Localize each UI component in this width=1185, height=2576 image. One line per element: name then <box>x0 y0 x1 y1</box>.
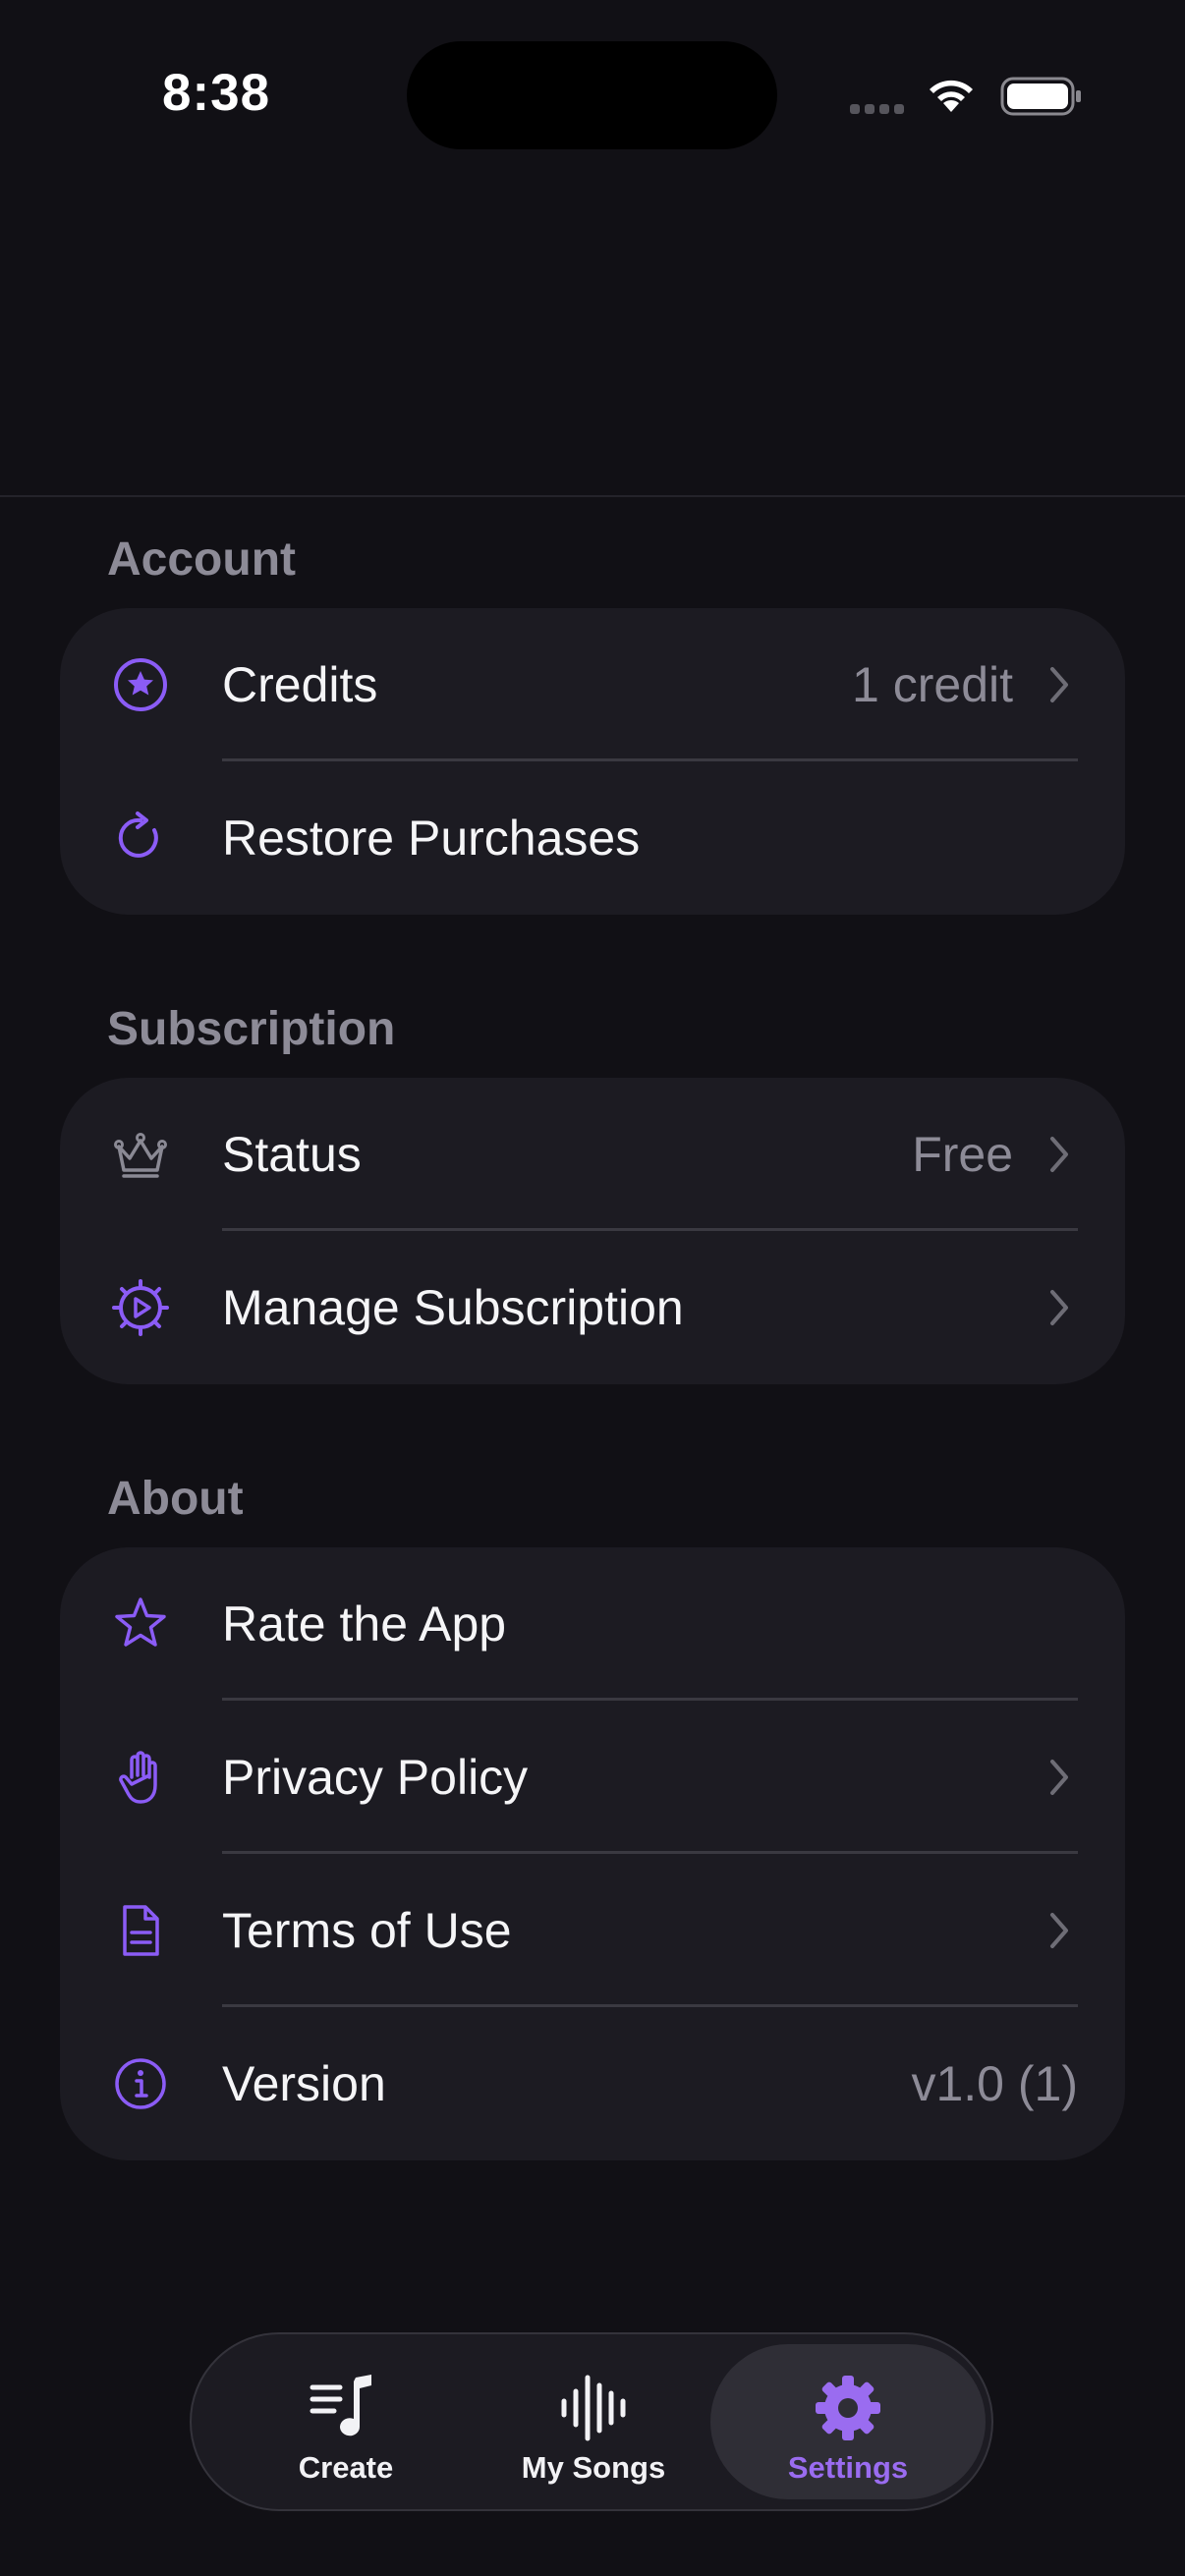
manage-subscription-label: Manage Subscription <box>222 1280 684 1335</box>
chevron-right-icon <box>1048 665 1070 704</box>
hand-icon <box>111 1748 170 1807</box>
battery-icon <box>1000 77 1083 116</box>
chevron-right-icon <box>1048 1911 1070 1950</box>
tab-bar: Create My Songs Settings <box>190 2332 993 2511</box>
rate-app-row[interactable]: Rate the App <box>60 1547 1125 1701</box>
terms-of-use-row[interactable]: Terms of Use <box>60 1854 1125 2007</box>
crown-icon <box>111 1125 170 1184</box>
wifi-icon <box>924 75 979 114</box>
restore-arrow-icon <box>111 809 170 868</box>
tab-my-songs[interactable]: My Songs <box>456 2344 731 2499</box>
chevron-right-icon <box>1048 1135 1070 1174</box>
credits-row[interactable]: Credits 1 credit <box>60 608 1125 761</box>
status-value: Free <box>912 1127 1013 1182</box>
dynamic-island <box>407 41 777 149</box>
cellular-signal-icon <box>850 104 904 114</box>
version-value: v1.0 (1) <box>911 2056 1078 2111</box>
status-label: Status <box>222 1127 362 1182</box>
subscription-card: Status Free Manage Subscription <box>60 1078 1125 1384</box>
tab-my-songs-label: My Songs <box>521 2450 666 2485</box>
gear-icon <box>811 2374 885 2442</box>
terms-of-use-label: Terms of Use <box>222 1903 512 1958</box>
waveform-icon <box>556 2374 631 2442</box>
privacy-policy-label: Privacy Policy <box>222 1750 529 1805</box>
about-card: Rate the App Privacy Policy Terms of Use <box>60 1547 1125 2160</box>
document-icon <box>111 1901 170 1960</box>
header-divider <box>0 495 1185 497</box>
status-time: 8:38 <box>162 64 271 122</box>
credits-value: 1 credit <box>852 657 1013 712</box>
restore-purchases-label: Restore Purchases <box>222 811 641 866</box>
chevron-right-icon <box>1048 1758 1070 1797</box>
restore-purchases-row[interactable]: Restore Purchases <box>60 761 1125 915</box>
tab-create-label: Create <box>298 2450 394 2485</box>
section-title-subscription: Subscription <box>107 1003 396 1055</box>
version-label: Version <box>222 2056 386 2111</box>
manage-subscription-row[interactable]: Manage Subscription <box>60 1231 1125 1384</box>
status-row[interactable]: Status Free <box>60 1078 1125 1231</box>
chevron-right-icon <box>1048 1288 1070 1327</box>
tab-create[interactable]: Create <box>208 2344 483 2499</box>
tab-settings-label: Settings <box>787 2450 909 2485</box>
section-title-account: Account <box>107 533 296 586</box>
gear-play-icon <box>111 1278 170 1337</box>
star-circle-icon <box>111 655 170 714</box>
info-icon <box>111 2054 170 2113</box>
credits-label: Credits <box>222 657 378 712</box>
account-card: Credits 1 credit Restore Purchases <box>60 608 1125 915</box>
rate-app-label: Rate the App <box>222 1596 507 1652</box>
privacy-policy-row[interactable]: Privacy Policy <box>60 1701 1125 1854</box>
version-row: Version v1.0 (1) <box>60 2007 1125 2160</box>
tab-settings[interactable]: Settings <box>710 2344 986 2499</box>
music-note-list-icon <box>309 2374 383 2442</box>
section-title-about: About <box>107 1473 244 1525</box>
star-icon <box>111 1595 170 1653</box>
